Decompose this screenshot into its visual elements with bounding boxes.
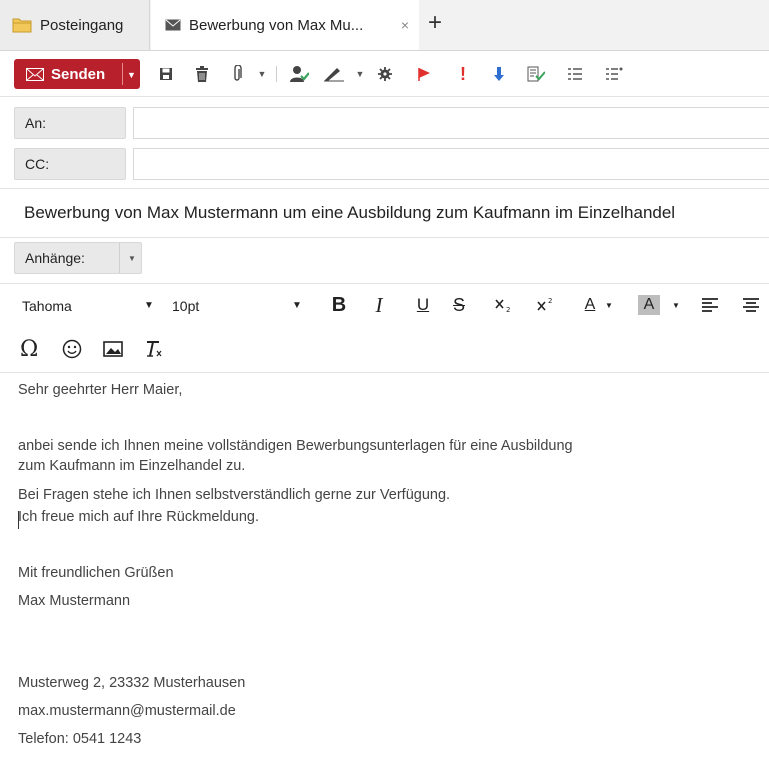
background-color-dropdown-icon[interactable]: ▼ bbox=[671, 292, 681, 318]
align-center-icon[interactable] bbox=[741, 292, 761, 318]
tab-inbox-label: Posteingang bbox=[40, 16, 124, 34]
cc-field[interactable] bbox=[133, 148, 769, 180]
contact-icon[interactable] bbox=[288, 64, 310, 84]
body-email: max.mustermann@mustermail.de bbox=[18, 703, 236, 719]
tab-bar: Posteingang Bewerbung von Max Mu... × + bbox=[0, 0, 769, 51]
body-phone: Telefon: 0541 1243 bbox=[18, 731, 142, 747]
subject-field[interactable]: Bewerbung von Max Mustermann um eine Aus… bbox=[0, 188, 769, 238]
settings-icon[interactable] bbox=[376, 64, 394, 84]
attachments-label: Anhänge: bbox=[25, 250, 85, 266]
body-line: Bei Fragen stehe ich Ihnen selbstverstän… bbox=[18, 487, 451, 503]
tab-inbox[interactable]: Posteingang bbox=[0, 0, 150, 50]
close-tab-icon[interactable]: × bbox=[401, 17, 409, 33]
tab-compose[interactable]: Bewerbung von Max Mu... × bbox=[151, 0, 419, 50]
send-label: Senden bbox=[51, 65, 106, 83]
text-color-button[interactable]: A bbox=[580, 292, 600, 318]
body-line: anbei sende ich Ihnen meine vollständige… bbox=[18, 438, 573, 454]
envelope-icon bbox=[165, 19, 181, 31]
underline-button[interactable]: U bbox=[414, 292, 432, 318]
signature-icon[interactable] bbox=[322, 64, 346, 84]
special-char-icon[interactable]: Ω bbox=[20, 336, 38, 362]
attachments-button[interactable]: Anhänge: ▼ bbox=[14, 242, 142, 274]
strikethrough-button[interactable]: S bbox=[450, 292, 468, 318]
list-icon[interactable] bbox=[566, 64, 584, 84]
send-envelope-icon bbox=[26, 67, 44, 81]
save-icon[interactable] bbox=[156, 64, 176, 84]
font-family-select[interactable]: Tahoma bbox=[22, 298, 72, 314]
send-separator bbox=[122, 63, 123, 85]
body-line: Ich freue mich auf Ihre Rückmeldung. bbox=[18, 509, 259, 525]
attach-dropdown-icon[interactable]: ▼ bbox=[257, 64, 267, 84]
signature-dropdown-icon[interactable]: ▼ bbox=[355, 64, 365, 84]
image-icon[interactable] bbox=[103, 336, 123, 362]
body-address: Musterweg 2, 23332 Musterhausen bbox=[18, 675, 246, 691]
tab-compose-label: Bewerbung von Max Mu... bbox=[189, 16, 364, 34]
font-size-select[interactable]: 10pt bbox=[172, 298, 199, 314]
svg-text:2: 2 bbox=[548, 297, 552, 305]
italic-button[interactable]: I bbox=[370, 292, 388, 318]
svg-text:2: 2 bbox=[506, 306, 510, 313]
bold-button[interactable]: B bbox=[330, 292, 348, 318]
background-color-button[interactable]: A bbox=[638, 295, 660, 315]
body-closing: Mit freundlichen Grüßen bbox=[18, 565, 174, 581]
compose-toolbar: Senden ▼ ▼ ▼ ! bbox=[0, 52, 769, 97]
subject-text: Bewerbung von Max Mustermann um eine Aus… bbox=[24, 203, 676, 222]
paperclip-icon[interactable] bbox=[229, 64, 245, 84]
text-color-dropdown-icon[interactable]: ▼ bbox=[604, 292, 614, 318]
attachments-dropdown-icon[interactable]: ▼ bbox=[128, 254, 136, 263]
list-settings-icon[interactable] bbox=[604, 64, 624, 84]
font-size-dropdown-icon[interactable]: ▼ bbox=[292, 300, 302, 311]
attachments-separator bbox=[119, 243, 120, 273]
superscript-icon[interactable]: 2 bbox=[536, 292, 556, 318]
subscript-icon[interactable]: 2 bbox=[494, 292, 514, 318]
font-family-dropdown-icon[interactable]: ▼ bbox=[144, 300, 154, 311]
priority-high-icon[interactable]: ! bbox=[456, 64, 470, 84]
align-left-icon[interactable] bbox=[700, 292, 720, 318]
to-field[interactable] bbox=[133, 107, 769, 139]
body-greeting: Sehr geehrter Herr Maier, bbox=[18, 382, 183, 398]
to-label[interactable]: An: bbox=[14, 107, 126, 139]
editor-toolbar: Tahoma ▼ 10pt ▼ B I U S 2 2 A ▼ A ▼ Ω bbox=[0, 283, 769, 373]
clear-format-icon[interactable] bbox=[143, 336, 163, 362]
send-dropdown-icon[interactable]: ▼ bbox=[127, 70, 136, 80]
body-signature-name: Max Mustermann bbox=[18, 593, 131, 609]
toolbar-separator bbox=[276, 66, 277, 82]
folder-icon bbox=[12, 17, 32, 33]
flag-icon[interactable] bbox=[415, 64, 433, 84]
body-line: zum Kaufmann im Einzelhandel zu. bbox=[18, 458, 246, 474]
new-tab-button[interactable]: + bbox=[428, 11, 442, 35]
text-caret bbox=[18, 511, 19, 529]
emoji-icon[interactable] bbox=[62, 336, 82, 362]
cc-label[interactable]: CC: bbox=[14, 148, 126, 180]
priority-low-icon[interactable] bbox=[492, 64, 506, 84]
trash-icon[interactable] bbox=[192, 64, 212, 84]
send-button[interactable]: Senden ▼ bbox=[14, 59, 140, 89]
receipt-icon[interactable] bbox=[526, 64, 546, 84]
